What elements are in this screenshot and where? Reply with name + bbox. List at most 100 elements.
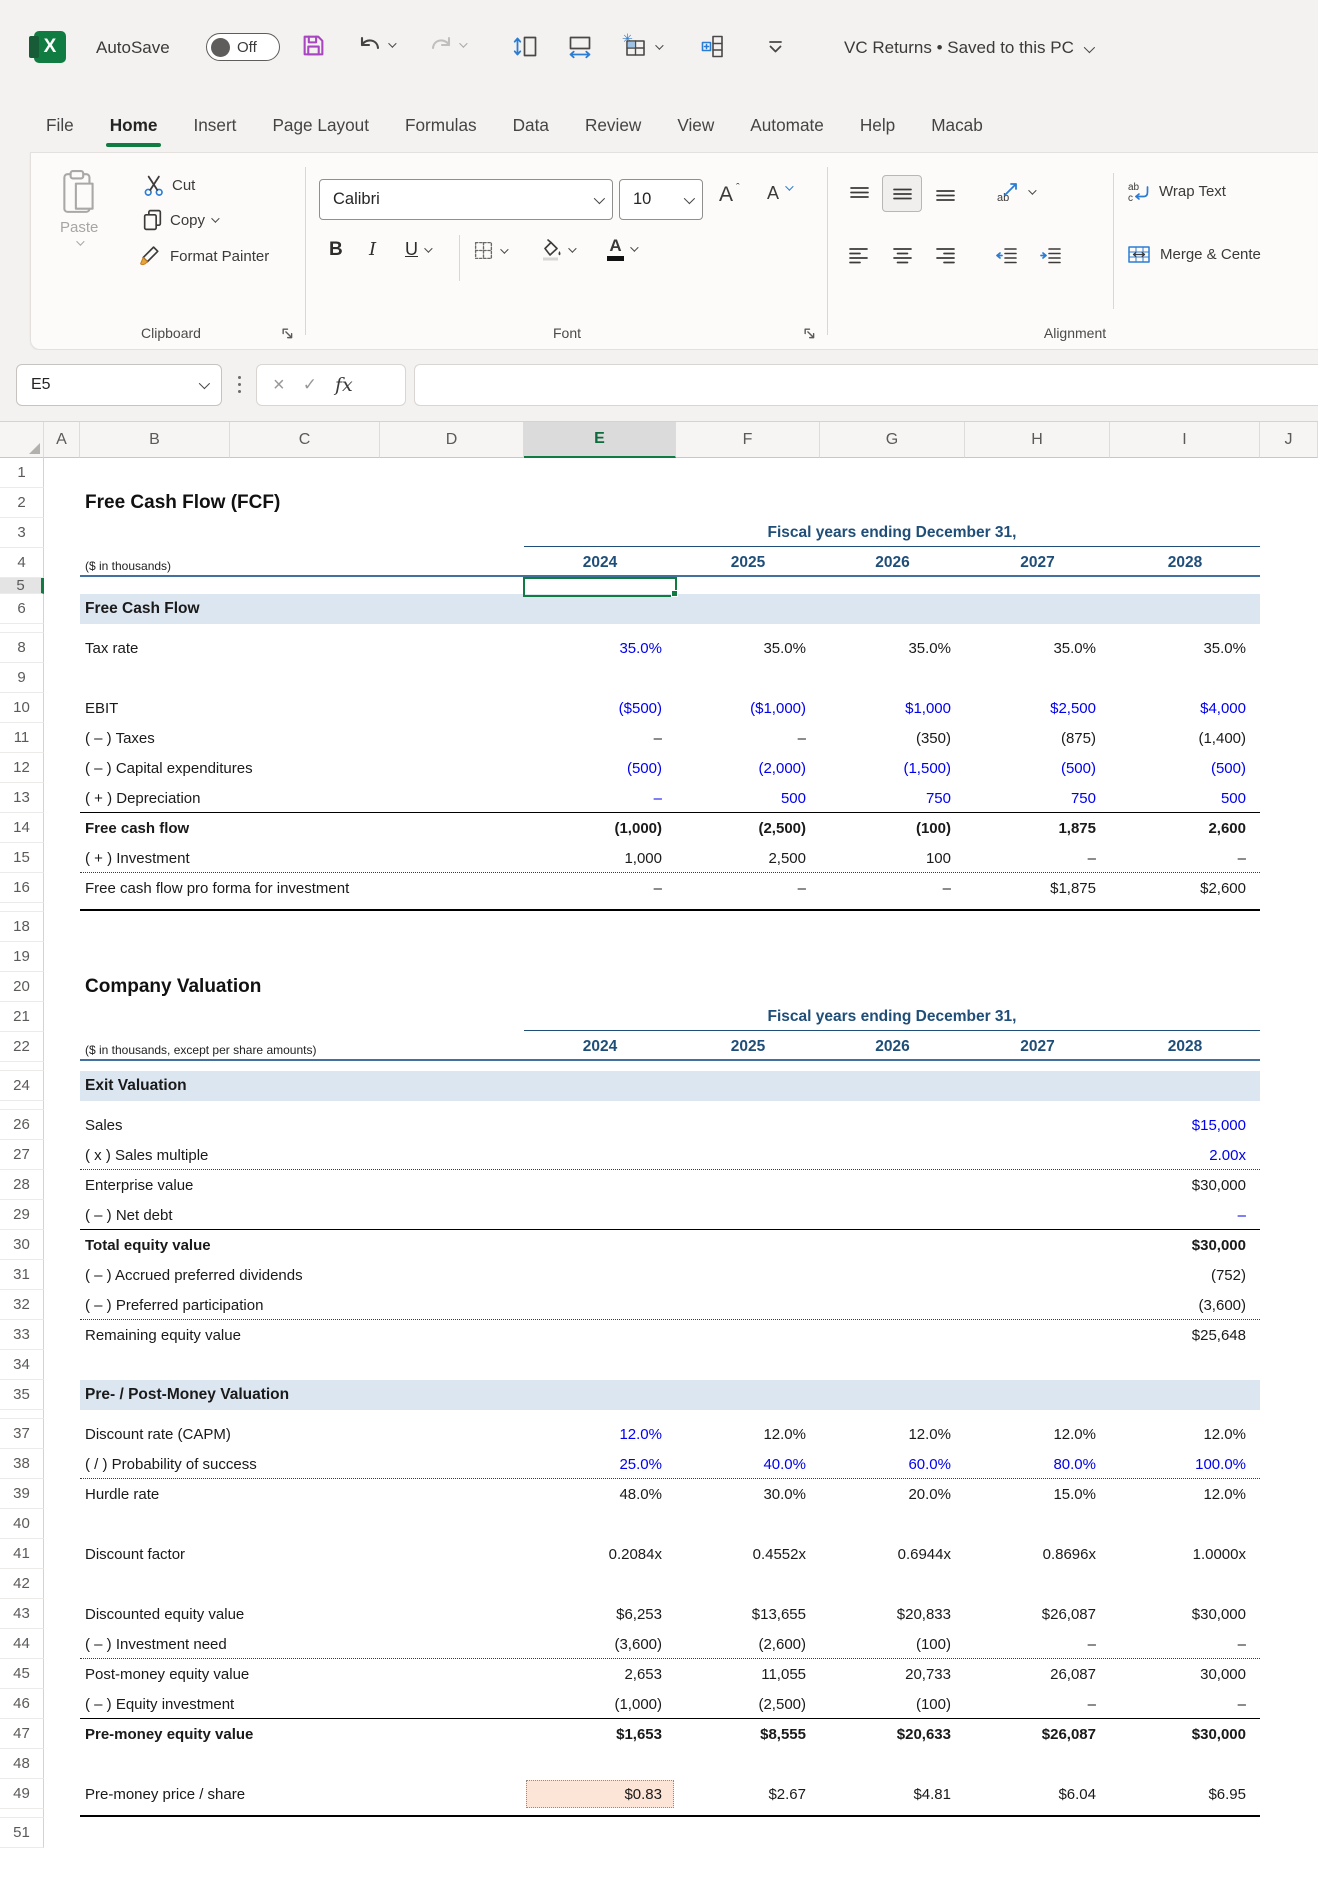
cell-G43[interactable]: $20,833 [820,1599,951,1629]
cell-G38[interactable]: 60.0% [820,1449,951,1479]
cell-B41[interactable]: Discount factor [85,1539,519,1569]
cell-E8[interactable]: 35.0% [524,633,662,663]
cell-B30[interactable]: Total equity value [85,1230,519,1260]
tab-view[interactable]: View [659,100,732,150]
cell-I32[interactable]: (3,600) [1110,1290,1246,1320]
row-header-44[interactable]: 44 [0,1629,44,1659]
cell-B26[interactable]: Sales [85,1110,519,1140]
font-dialog-launcher[interactable] [803,327,816,340]
row-header-1[interactable]: 1 [0,458,44,488]
tab-review[interactable]: Review [567,100,659,150]
fill-handle[interactable] [671,590,678,597]
italic-button[interactable]: I [369,239,376,260]
cell-F13[interactable]: 500 [676,783,806,813]
cell-E47[interactable]: $1,653 [524,1719,662,1749]
cell-I13[interactable]: 500 [1110,783,1246,813]
align-left-button[interactable] [848,247,869,264]
cell-B13[interactable]: ( + ) Depreciation [85,783,519,813]
cell-B2[interactable]: Free Cash Flow (FCF) [85,485,605,521]
cell-G45[interactable]: 20,733 [820,1659,951,1689]
cell-B47[interactable]: Pre-money equity value [85,1719,519,1749]
row-header-24[interactable]: 24 [0,1071,44,1101]
cell-G4[interactable]: 2026 [820,548,965,578]
cell-B39[interactable]: Hurdle rate [85,1479,519,1509]
cell-G39[interactable]: 20.0% [820,1479,951,1509]
cell-I33[interactable]: $25,648 [1110,1320,1246,1350]
cell-H14[interactable]: 1,875 [965,813,1096,843]
cell-E43[interactable]: $6,253 [524,1599,662,1629]
name-box[interactable]: E5 [16,364,222,406]
row-header-17[interactable] [0,903,44,912]
cell-H45[interactable]: 26,087 [965,1659,1096,1689]
cell-G13[interactable]: 750 [820,783,951,813]
cell-B27[interactable]: ( x ) Sales multiple [85,1140,519,1170]
cell-I49[interactable]: $6.95 [1110,1779,1246,1809]
row-header-50[interactable] [0,1809,44,1818]
row-header-19[interactable]: 19 [0,942,44,972]
cell-H47[interactable]: $26,087 [965,1719,1096,1749]
column-header-D[interactable]: D [380,422,524,458]
cell-F22[interactable]: 2025 [676,1032,820,1062]
cell-I39[interactable]: 12.0% [1110,1479,1246,1509]
cut-button[interactable]: Cut [143,174,195,197]
column-header-G[interactable]: G [820,422,965,458]
row-header-45[interactable]: 45 [0,1659,44,1689]
cell-E14[interactable]: (1,000) [524,813,662,843]
cell-H4[interactable]: 2027 [965,548,1110,578]
font-name-combo[interactable]: Calibri [319,179,613,220]
cell-I14[interactable]: 2,600 [1110,813,1246,843]
cell-F10[interactable]: ($1,000) [676,693,806,723]
row-header-46[interactable]: 46 [0,1689,44,1719]
cell-E4[interactable]: 2024 [524,548,676,578]
autosave-toggle[interactable]: Off [206,33,280,61]
freeze-panes-button[interactable]: ✳ [621,33,661,61]
cell-I46[interactable]: – [1110,1689,1246,1719]
tab-file[interactable]: File [28,100,92,150]
row-header-41[interactable]: 41 [0,1539,44,1569]
row-header-21[interactable]: 21 [0,1002,44,1032]
cell-F43[interactable]: $13,655 [676,1599,806,1629]
cell-B38[interactable]: ( / ) Probability of success [85,1449,519,1479]
row-header-43[interactable]: 43 [0,1599,44,1629]
redo-button[interactable] [427,33,465,57]
tab-automate[interactable]: Automate [732,100,842,150]
cell-B11[interactable]: ( – ) Taxes [85,723,519,753]
row-header-40[interactable]: 40 [0,1509,44,1539]
wrap-text-button[interactable]: ab c Wrap Text [1127,181,1226,202]
cell-H12[interactable]: (500) [965,753,1096,783]
decrease-font-button[interactable]: A [767,183,791,204]
font-color-button[interactable]: A [607,237,636,261]
column-header-I[interactable]: I [1110,422,1260,458]
cell-H39[interactable]: 15.0% [965,1479,1096,1509]
cell-G11[interactable]: (350) [820,723,951,753]
tab-formulas[interactable]: Formulas [387,100,495,150]
tab-page-layout[interactable]: Page Layout [254,100,387,150]
cell-I30[interactable]: $30,000 [1110,1230,1246,1260]
decrease-indent-button[interactable] [995,247,1018,264]
row-header-10[interactable]: 10 [0,693,44,723]
cell-E11[interactable]: – [524,723,662,753]
increase-indent-button[interactable] [1039,247,1062,264]
cell-I28[interactable]: $30,000 [1110,1170,1246,1200]
save-button[interactable] [301,33,326,58]
row-header-42[interactable]: 42 [0,1569,44,1599]
row-header-49[interactable]: 49 [0,1779,44,1809]
cell-F11[interactable]: – [676,723,806,753]
cell-I37[interactable]: 12.0% [1110,1419,1246,1449]
fill-color-button[interactable] [539,238,574,261]
cell-B20[interactable]: Company Valuation [85,969,605,1005]
row-header-31[interactable]: 31 [0,1260,44,1290]
undo-button[interactable] [356,33,394,57]
merge-center-button[interactable]: Merge & Cente [1127,245,1261,264]
row-header-12[interactable]: 12 [0,753,44,783]
cell-B44[interactable]: ( – ) Investment need [85,1629,519,1659]
row-header-4[interactable]: 4 [0,548,44,578]
align-bottom-button[interactable] [935,186,956,203]
ribbon-display-options-button[interactable] [766,40,785,55]
align-center-button[interactable] [892,247,913,264]
cell-F44[interactable]: (2,600) [676,1629,806,1659]
cell-I15[interactable]: – [1110,843,1246,873]
cell-B4[interactable]: ($ in thousands) [85,548,415,578]
cell-G46[interactable]: (100) [820,1689,951,1719]
cell-B28[interactable]: Enterprise value [85,1170,519,1200]
